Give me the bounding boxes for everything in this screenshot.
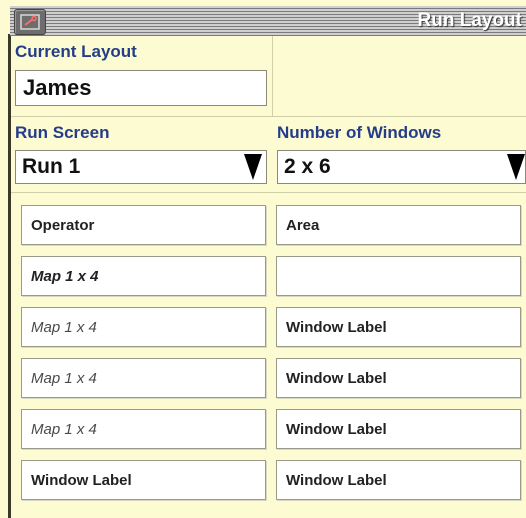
run-screen-label: Run Screen — [15, 123, 110, 142]
window-slot-left-5[interactable]: Map 1 x 4 — [21, 409, 266, 449]
run-screen-dropdown[interactable]: Run 1 — [15, 150, 267, 184]
dropdown-arrow-icon — [507, 154, 525, 180]
grid-divider-horizontal — [11, 192, 526, 193]
window-slot-label: Window Label — [286, 421, 387, 438]
window-slot-label: Window Label — [286, 370, 387, 387]
window-slot-left-4[interactable]: Map 1 x 4 — [21, 358, 266, 398]
window-slot-left-2[interactable]: Map 1 x 4 — [21, 256, 266, 296]
window-slot-label: Window Label — [286, 319, 387, 336]
grid-divider-horizontal — [11, 116, 526, 117]
window-slot-label: Window Label — [31, 472, 132, 489]
window-slot-label: Window Label — [286, 472, 387, 489]
window-slot-left-6[interactable]: Window Label — [21, 460, 266, 500]
current-layout-label: Current Layout — [15, 42, 137, 61]
window-slot-label: Area — [286, 217, 320, 234]
window-slot-left-1[interactable]: Operator — [21, 205, 266, 245]
dropdown-arrow-icon — [244, 154, 262, 180]
title-bar: Run Layout — [10, 6, 526, 36]
window-slot-label: Map 1 x 4 — [31, 319, 97, 336]
window-slot-right-4[interactable]: Window Label — [276, 358, 521, 398]
window-slot-right-5[interactable]: Window Label — [276, 409, 521, 449]
window-slot-label: Map 1 x 4 — [31, 370, 97, 387]
window-slot-label: Map 1 x 4 — [31, 268, 99, 285]
number-of-windows-label: Number of Windows — [277, 123, 442, 142]
left-border — [8, 34, 11, 518]
current-layout-field[interactable]: James — [15, 70, 267, 106]
window-slot-left-3[interactable]: Map 1 x 4 — [21, 307, 266, 347]
window-slot-right-3[interactable]: Window Label — [276, 307, 521, 347]
window-slot-label: Operator — [31, 217, 95, 234]
grid-divider-vertical — [272, 36, 273, 116]
wrench-icon — [20, 14, 40, 30]
number-of-windows-value: 2 x 6 — [284, 155, 331, 178]
window-slot-right-2[interactable] — [276, 256, 521, 296]
current-layout-value: James — [23, 75, 92, 100]
window-slot-label: Map 1 x 4 — [31, 421, 97, 438]
window-slot-right-6[interactable]: Window Label — [276, 460, 521, 500]
run-screen-value: Run 1 — [22, 155, 81, 178]
menu-button[interactable] — [14, 9, 46, 35]
window-slot-right-1[interactable]: Area — [276, 205, 521, 245]
run-layout-screen: Run Layout Current Layout James Run Scre… — [0, 0, 526, 518]
number-of-windows-dropdown[interactable]: 2 x 6 — [277, 150, 526, 184]
window-title: Run Layout — [417, 10, 523, 31]
